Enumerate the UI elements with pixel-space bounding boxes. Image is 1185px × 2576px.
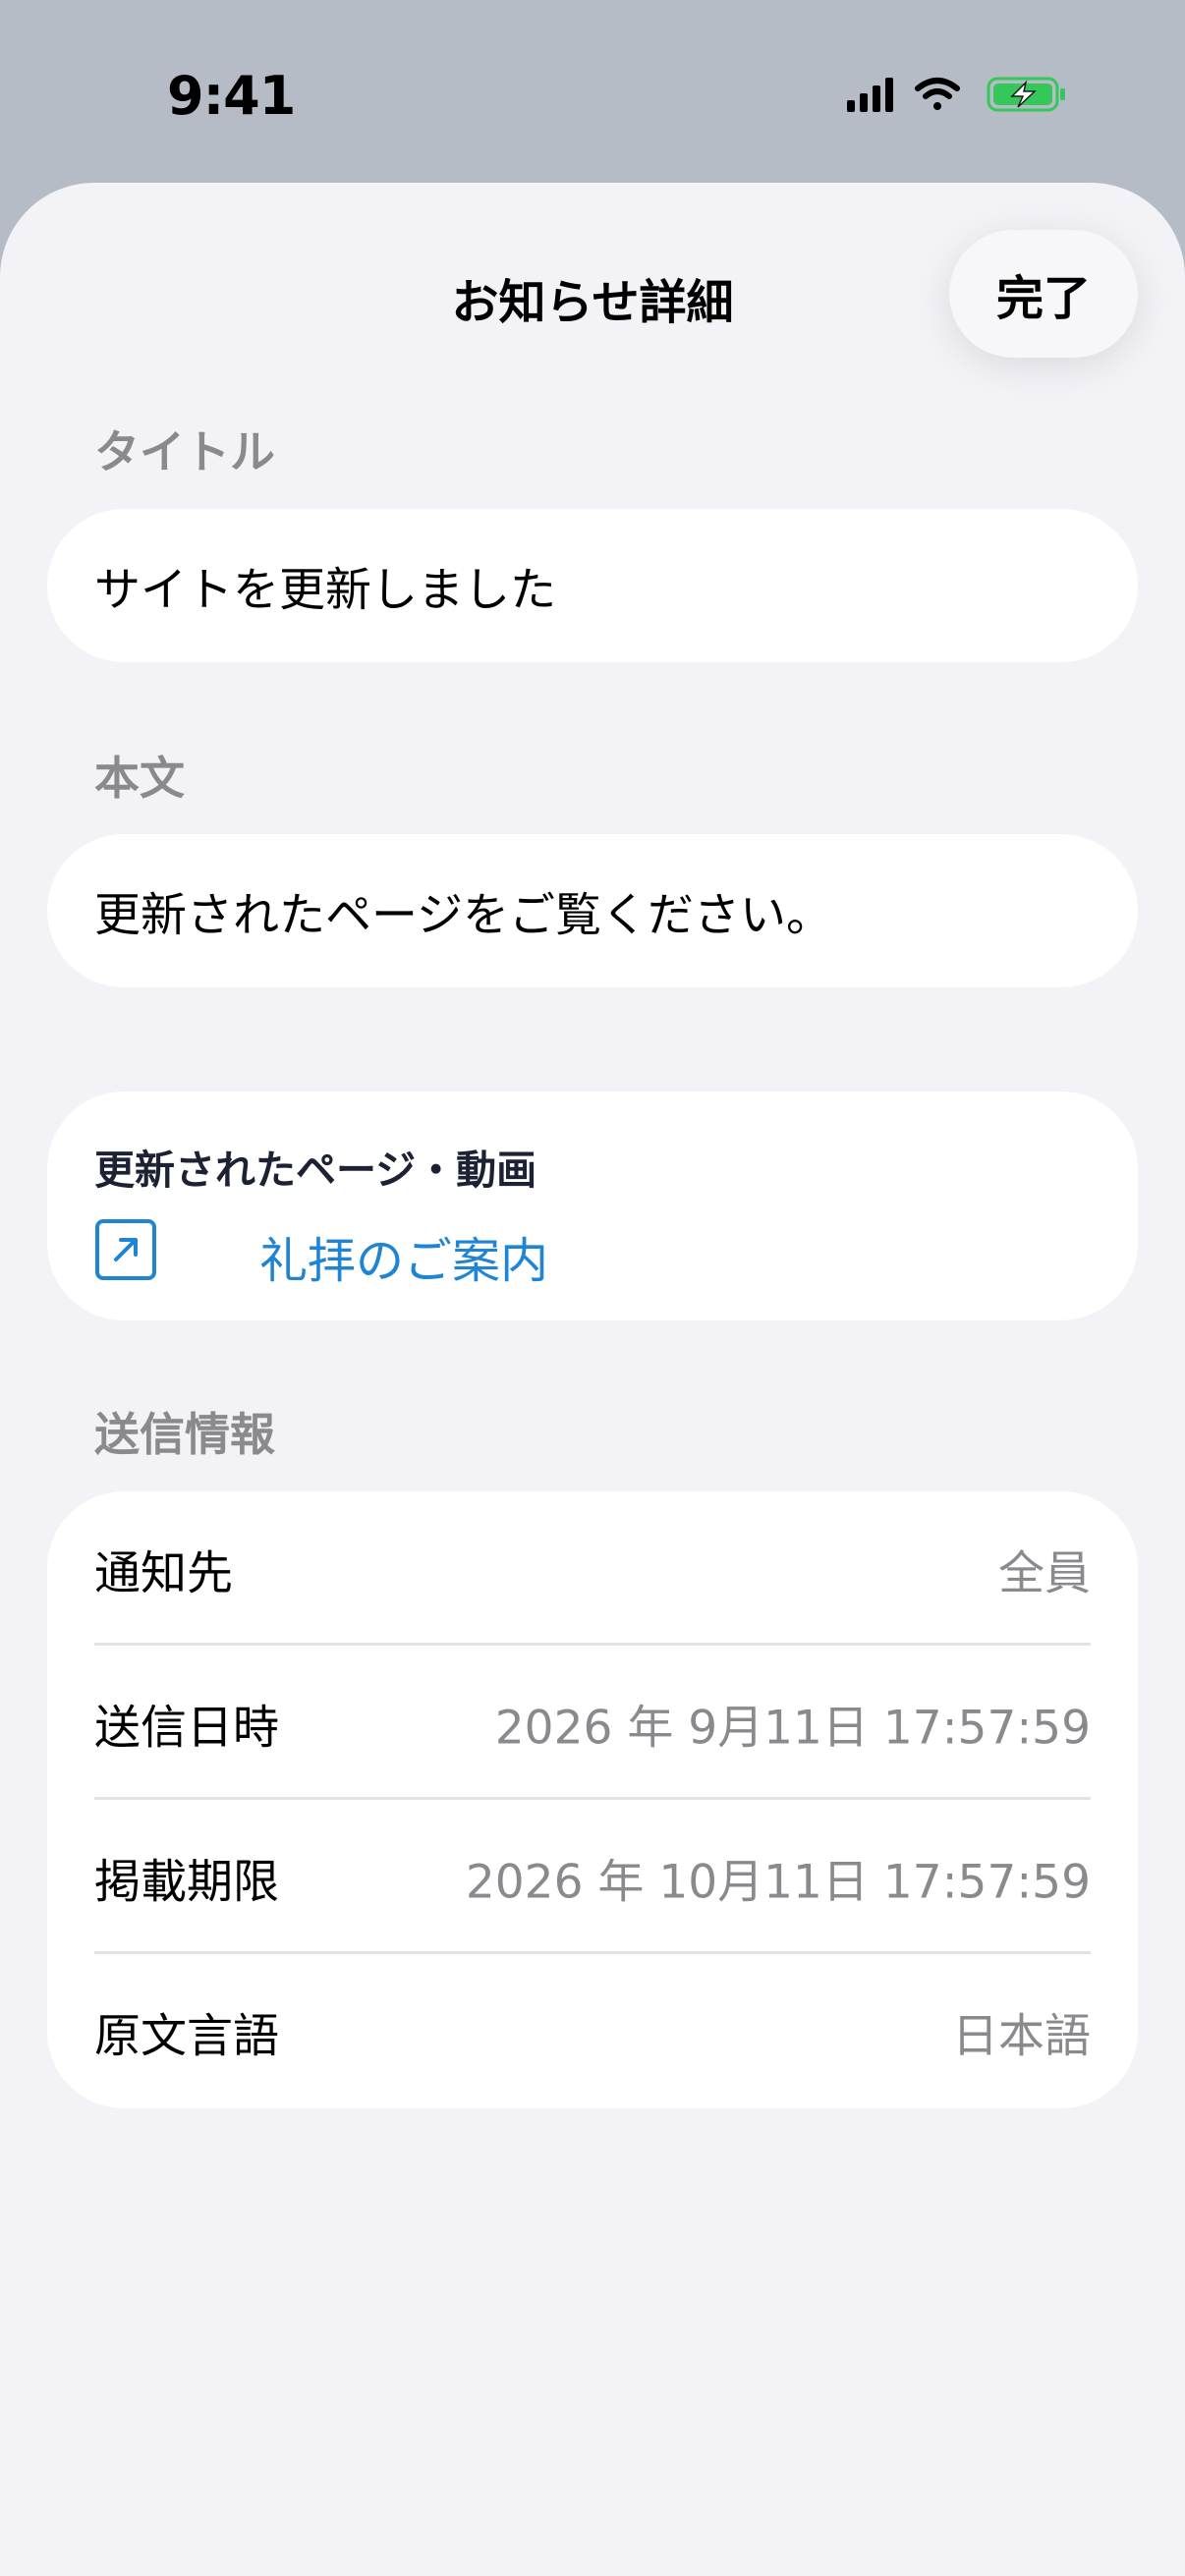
updated-pages-heading: 更新されたページ・動画: [94, 1147, 537, 1194]
cellular-signal-icon: [847, 78, 893, 112]
done-button[interactable]: 完了: [949, 230, 1138, 358]
info-value: 日本語: [952, 2009, 1091, 2063]
info-value: 全員: [998, 1546, 1091, 1600]
title-value: サイトを更新しました: [94, 563, 556, 618]
info-row-recipient: 通知先 全員: [94, 1491, 1091, 1646]
body-value: 更新されたページをご覧ください。: [94, 888, 833, 943]
info-value: 2026 年 10月11日 17:57:59: [465, 1855, 1091, 1909]
updated-page-link[interactable]: 礼拝のご案内: [94, 1214, 979, 1289]
info-row-sent-at: 送信日時 2026 年 9月11日 17:57:59: [94, 1646, 1091, 1800]
info-row-language: 原文言語 日本語: [94, 1954, 1091, 2108]
link-label: 礼拝のご案内: [259, 1233, 549, 1289]
info-key: 送信日時: [94, 1701, 279, 1755]
info-value: 2026 年 9月11日 17:57:59: [494, 1701, 1091, 1755]
send-info-card: 通知先 全員 送信日時 2026 年 9月11日 17:57:59 掲載期限 2…: [47, 1491, 1138, 2108]
status-bar: 9:41: [0, 0, 1185, 187]
body-field: 更新されたページをご覧ください。: [47, 834, 1138, 987]
info-key: 通知先: [94, 1546, 233, 1600]
body-section-label: 本文: [94, 752, 185, 805]
updated-pages-card: 更新されたページ・動画 礼拝のご案内: [47, 1092, 1138, 1320]
info-row-expiry: 掲載期限 2026 年 10月11日 17:57:59: [94, 1800, 1091, 1954]
title-field: サイトを更新しました: [47, 509, 1138, 662]
title-section-label: タイトル: [94, 425, 275, 478]
info-key: 原文言語: [94, 2009, 279, 2063]
info-key: 掲載期限: [94, 1855, 279, 1909]
status-icons: [847, 77, 1065, 112]
external-link-icon: [95, 1219, 156, 1280]
battery-charging-icon: [987, 77, 1065, 112]
wifi-icon: [915, 78, 960, 110]
status-time: 9:41: [167, 65, 296, 127]
send-info-section-label: 送信情報: [94, 1408, 275, 1461]
